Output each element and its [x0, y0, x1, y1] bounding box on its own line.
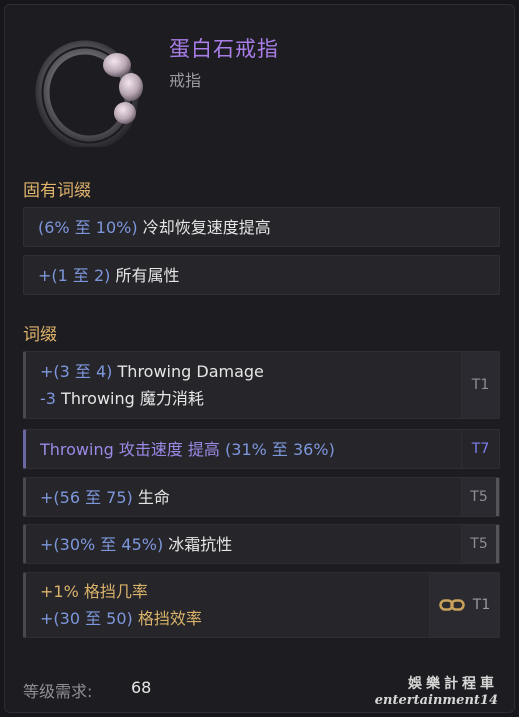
- tier-badge: T5: [461, 525, 499, 563]
- watermark-line-2: entertainment14: [374, 693, 498, 708]
- modifier-text: Throwing Damage: [112, 362, 264, 381]
- implicit-modifier-row: +(1 至 2) 所有属性: [23, 255, 500, 295]
- modifier-text: 所有属性: [110, 265, 180, 285]
- modifier-text: 格挡几率: [78, 582, 148, 601]
- affix-row: +(3 至 4) Throwing Damage -3 Throwing 魔力消…: [23, 351, 500, 419]
- affix-row: Throwing 攻击速度 提高 (31% 至 36%) T7: [23, 429, 500, 469]
- tier-badge: T1: [472, 597, 491, 613]
- modifier-range: +(30 至 50): [40, 609, 133, 628]
- affix-section-title: 词缀: [23, 325, 57, 345]
- modifier-range: (31% 至 36%): [219, 439, 335, 459]
- implicit-modifier-row: (6% 至 10%) 冷却恢复速度提高: [23, 207, 500, 247]
- modifier-text: Throwing 魔力消耗: [55, 389, 204, 408]
- linked-affix-badge[interactable]: T1: [429, 573, 499, 637]
- modifier-range: +(3 至 4): [40, 362, 113, 381]
- modifier-text: 生命: [132, 487, 170, 507]
- modifier-text: 冰霜抗性: [163, 534, 233, 554]
- modifier-range: +1%: [40, 582, 79, 601]
- tier-badge: T5: [461, 478, 499, 516]
- modifier-text: 冷却恢复速度提高: [137, 217, 271, 237]
- level-requirement-label: 等级需求:: [23, 682, 93, 701]
- item-tooltip-card: 蛋白石戒指 戒指 固有词缀 (6% 至 10%) 冷却恢复速度提高 +(1 至 …: [4, 4, 515, 713]
- modifier-range: +(56 至 75): [40, 487, 133, 507]
- item-header: 蛋白石戒指 戒指: [5, 5, 514, 165]
- affix-row: +(30% 至 45%) 冰霜抗性 T5: [23, 524, 500, 564]
- item-name: 蛋白石戒指: [169, 37, 279, 61]
- modifier-range: +(30% 至 45%): [40, 534, 164, 554]
- implicit-section-title: 固有词缀: [23, 181, 91, 201]
- affix-row: +(56 至 75) 生命 T5: [23, 477, 500, 517]
- modifier-text: 格挡效率: [132, 609, 202, 628]
- chain-link-icon: [439, 599, 465, 611]
- opal-ring-image: [35, 40, 143, 147]
- modifier-range: (6% 至 10%): [38, 217, 138, 237]
- watermark: 娛樂計程車 entertainment14: [375, 673, 498, 708]
- item-type: 戒指: [169, 71, 202, 90]
- modifier-range: +(1 至 2): [38, 265, 111, 285]
- modifier-range: -3: [40, 389, 56, 408]
- tier-badge: T7: [461, 430, 499, 468]
- tier-badge: T1: [461, 352, 499, 418]
- modifier-text: Throwing 攻击速度 提高: [40, 439, 220, 459]
- affix-row: +1% 格挡几率 +(30 至 50) 格挡效率 T1: [23, 572, 500, 638]
- watermark-line-1: 娛樂計程車: [408, 676, 498, 692]
- level-requirement-value: 68: [131, 678, 152, 697]
